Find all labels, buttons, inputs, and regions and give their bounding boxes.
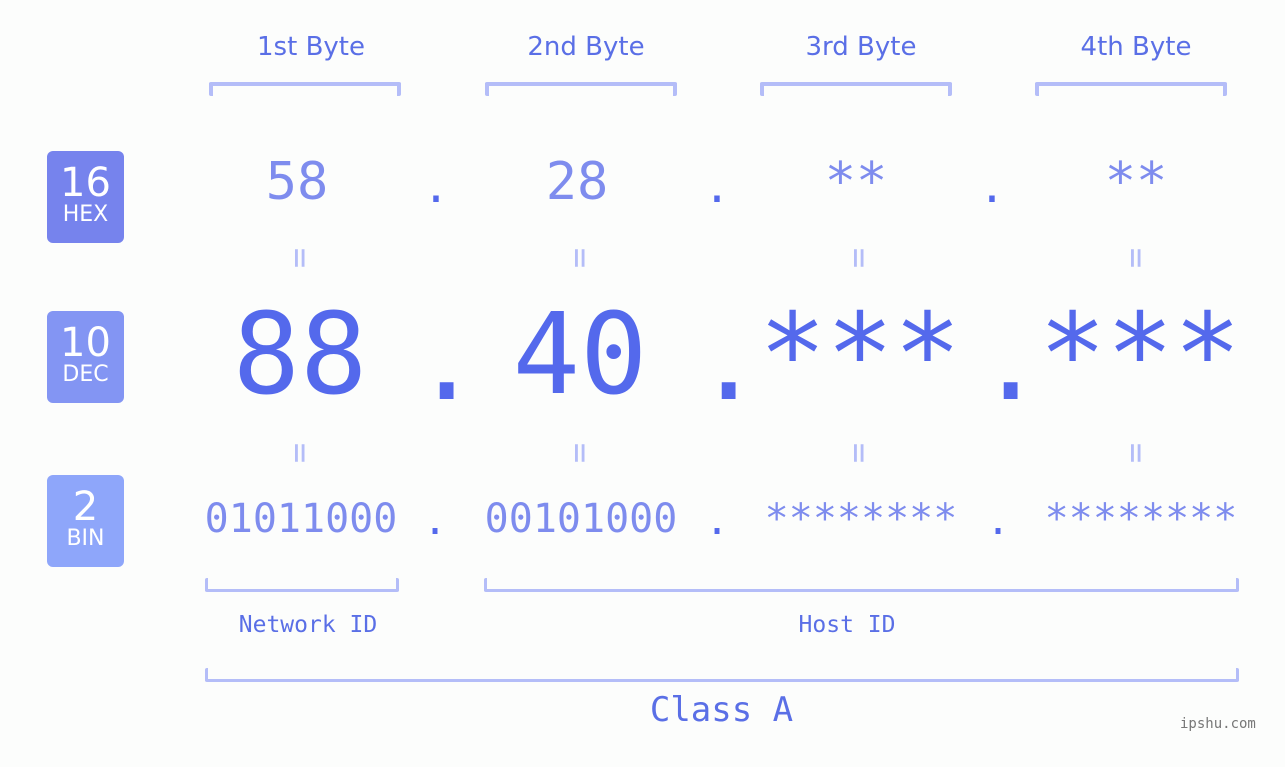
- header-byte-4: 4th Byte: [1080, 32, 1192, 62]
- equals-dec-bin-1: =: [280, 433, 320, 473]
- class-label: Class A: [649, 690, 794, 730]
- bracket-byte-3: [760, 82, 952, 96]
- bracket-byte-2: [485, 82, 677, 96]
- equals-icon: =: [559, 442, 600, 464]
- dec-byte-1: 88: [232, 290, 368, 420]
- dec-separator-1: .: [413, 296, 481, 426]
- bin-badge: 2 BIN: [47, 475, 124, 567]
- bin-badge-number: 2: [72, 484, 99, 530]
- equals-icon: =: [1115, 442, 1156, 464]
- host-id-label: Host ID: [798, 612, 896, 638]
- dec-badge-number: 10: [60, 320, 111, 366]
- dec-separator-2: .: [695, 296, 763, 426]
- equals-icon: =: [838, 247, 879, 269]
- equals-dec-bin-3: =: [839, 433, 879, 473]
- dec-badge-label: DEC: [62, 362, 109, 387]
- equals-hex-dec-1: =: [280, 238, 320, 278]
- dec-badge: 10 DEC: [47, 311, 124, 403]
- network-id-bracket: [205, 578, 399, 592]
- equals-icon: =: [1115, 247, 1156, 269]
- equals-hex-dec-3: =: [839, 238, 879, 278]
- dec-byte-4: ***: [1038, 290, 1242, 420]
- host-id-bracket: [484, 578, 1239, 592]
- equals-icon: =: [279, 442, 320, 464]
- equals-icon: =: [838, 442, 879, 464]
- equals-dec-bin-4: =: [1116, 433, 1156, 473]
- dec-byte-3: ***: [758, 290, 962, 420]
- equals-icon: =: [279, 247, 320, 269]
- equals-icon: =: [559, 247, 600, 269]
- bin-badge-label: BIN: [66, 526, 105, 551]
- bin-byte-1: 01011000: [204, 496, 398, 542]
- network-id-label: Network ID: [238, 612, 378, 638]
- equals-dec-bin-2: =: [560, 433, 600, 473]
- watermark: ipshu.com: [1180, 716, 1256, 732]
- bin-byte-2: 00101000: [484, 496, 678, 542]
- bin-byte-4: ********: [1044, 496, 1238, 542]
- bin-separator-1: .: [422, 498, 448, 544]
- header-byte-1: 1st Byte: [257, 32, 365, 62]
- bin-byte-3: ********: [764, 496, 958, 542]
- bracket-byte-4: [1035, 82, 1227, 96]
- header-byte-3: 3rd Byte: [805, 32, 917, 62]
- dec-byte-2: 40: [512, 290, 648, 420]
- hex-badge: 16 HEX: [47, 151, 124, 243]
- header-byte-2: 2nd Byte: [527, 32, 645, 62]
- hex-badge-number: 16: [60, 160, 111, 206]
- equals-hex-dec-2: =: [560, 238, 600, 278]
- bracket-byte-1: [209, 82, 401, 96]
- equals-hex-dec-4: =: [1116, 238, 1156, 278]
- hex-byte-4: **: [1104, 152, 1168, 212]
- class-bracket: [205, 668, 1239, 682]
- hex-byte-1: 58: [265, 152, 329, 212]
- hex-badge-label: HEX: [62, 202, 109, 227]
- hex-byte-2: 28: [545, 152, 609, 212]
- hex-byte-3: **: [824, 152, 888, 212]
